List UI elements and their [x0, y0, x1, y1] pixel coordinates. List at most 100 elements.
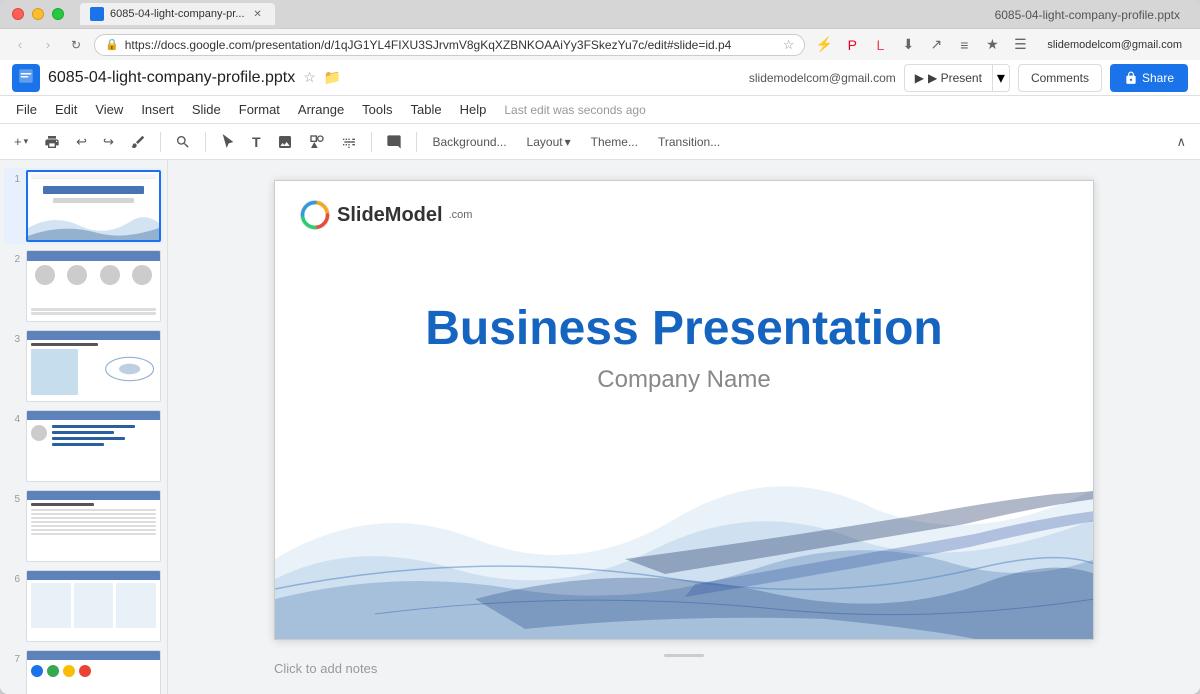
extensions-icon[interactable]: ⚡ [813, 34, 835, 56]
layout-button[interactable]: Layout▾ [519, 129, 579, 155]
browser-window: 6085-04-light-company-pr... ✕ 6085-04-li… [0, 0, 1200, 694]
slide-title-area: Business Presentation Company Name [275, 301, 1093, 394]
slide-main-title: Business Presentation [275, 301, 1093, 356]
zoom-select[interactable] [169, 129, 197, 155]
slide-thumb-2[interactable]: 2 [4, 248, 163, 324]
paint-button[interactable] [124, 129, 152, 155]
canvas-area: SlideModel .com Business Presentation Co… [168, 160, 1200, 694]
minimize-button[interactable] [32, 8, 44, 20]
close-button[interactable] [12, 8, 24, 20]
slide-preview-7 [26, 650, 161, 694]
layout-label: Layout [527, 135, 563, 149]
slide-thumb-4[interactable]: 4 [4, 408, 163, 484]
refresh-button[interactable]: ↻ [66, 35, 86, 55]
slide-thumb-3[interactable]: 3 [4, 328, 163, 404]
title-bar: 6085-04-light-company-pr... ✕ 6085-04-li… [0, 0, 1200, 28]
toolbar-separator-2 [205, 132, 206, 152]
slidemodel-logo-com: .com [449, 209, 473, 221]
undo-button[interactable]: ↩ [70, 129, 93, 155]
menu-format[interactable]: Format [231, 98, 288, 121]
background-button[interactable]: Background... [425, 129, 515, 155]
present-label: ▶ Present [928, 71, 982, 85]
bottom-handle [274, 650, 1094, 661]
insert-button[interactable]: + ▾ [8, 129, 34, 155]
header-right: slidemodelcom@gmail.com ▶ ▶ Present ▾ Co… [749, 64, 1188, 92]
menu-file[interactable]: File [8, 98, 45, 121]
layers-icon[interactable]: ≡ [953, 34, 975, 56]
layout-arrow: ▾ [565, 135, 571, 149]
tab-close-button[interactable]: ✕ [251, 7, 265, 21]
comment-tool[interactable] [380, 129, 408, 155]
menu-table[interactable]: Table [403, 98, 450, 121]
user-account: slidemodelcom@gmail.com [749, 71, 896, 85]
toolbar-separator-1 [160, 132, 161, 152]
pinterest-icon[interactable]: P [841, 34, 863, 56]
present-button-group: ▶ ▶ Present ▾ [904, 64, 1010, 92]
browser-toolbar-icons: ⚡ P L ⬇ ↗ ≡ ★ ☰ [813, 34, 1031, 56]
menu-insert[interactable]: Insert [133, 98, 182, 121]
slides-logo-icon [17, 67, 35, 88]
menu-view[interactable]: View [87, 98, 131, 121]
slide-thumb-1[interactable]: 1 [4, 168, 163, 244]
slide-preview-3 [26, 330, 161, 402]
main-area: 1 [0, 160, 1200, 694]
text-tool[interactable]: T [246, 129, 267, 155]
collapse-panel-button[interactable]: ∧ [1170, 129, 1192, 155]
slide-num-5: 5 [6, 490, 20, 505]
slide-panel: 1 [0, 160, 168, 694]
slidemodel-logo-text: SlideModel [337, 204, 443, 227]
present-icon: ▶ [915, 71, 924, 85]
menu-icon[interactable]: ☰ [1009, 34, 1031, 56]
present-button[interactable]: ▶ ▶ Present [904, 64, 993, 92]
share-button[interactable]: Share [1110, 64, 1188, 92]
maximize-button[interactable] [52, 8, 64, 20]
back-button[interactable]: ‹ [10, 35, 30, 55]
slidemodel-logo-icon [299, 199, 331, 231]
slide-wave-decoration [275, 419, 1094, 639]
tab-favicon [90, 7, 104, 21]
folder-icon[interactable]: 📁 [324, 69, 341, 86]
slide-thumb-6[interactable]: 6 [4, 568, 163, 644]
app-header: 6085-04-light-company-profile.pptx ☆ 📁 s… [0, 60, 1200, 96]
pocket-icon[interactable]: L [869, 34, 891, 56]
slide-num-7: 7 [6, 650, 20, 665]
transition-button[interactable]: Transition... [650, 129, 728, 155]
cursor-tool[interactable] [214, 129, 242, 155]
print-button[interactable] [38, 129, 66, 155]
menu-tools[interactable]: Tools [354, 98, 400, 121]
menu-slide[interactable]: Slide [184, 98, 229, 121]
line-tool[interactable] [335, 129, 363, 155]
redo-button[interactable]: ↪ [97, 129, 120, 155]
forward-button[interactable]: › [38, 35, 58, 55]
menu-edit[interactable]: Edit [47, 98, 85, 121]
slide-logo: SlideModel .com [299, 199, 472, 231]
menu-bar: File Edit View Insert Slide Format Arran… [0, 96, 1200, 124]
slide-preview-2 [26, 250, 161, 322]
comments-button[interactable]: Comments [1018, 64, 1102, 92]
notes-placeholder: Click to add notes [274, 661, 377, 676]
favorite-icon[interactable]: ☆ [303, 69, 316, 86]
menu-help[interactable]: Help [452, 98, 495, 121]
notes-area[interactable]: Click to add notes [274, 640, 1094, 686]
download-icon[interactable]: ⬇ [897, 34, 919, 56]
theme-button[interactable]: Theme... [583, 129, 646, 155]
present-dropdown[interactable]: ▾ [993, 64, 1010, 92]
bookmark-star-icon[interactable]: ★ [981, 34, 1003, 56]
slide-thumb-7[interactable]: 7 [4, 648, 163, 694]
slide-preview-1 [26, 170, 161, 242]
menu-arrange[interactable]: Arrange [290, 98, 352, 121]
tab-title: 6085-04-light-company-pr... [110, 8, 245, 20]
image-tool[interactable] [271, 129, 299, 155]
browser-tab[interactable]: 6085-04-light-company-pr... ✕ [80, 3, 275, 25]
slide-preview-6 [26, 570, 161, 642]
handle-line [664, 654, 704, 657]
slide-thumb-5[interactable]: 5 [4, 488, 163, 564]
shapes-tool[interactable] [303, 129, 331, 155]
url-bar[interactable]: 🔒 https://docs.google.com/presentation/d… [94, 34, 805, 56]
refresh-icon2[interactable]: ↗ [925, 34, 947, 56]
toolbar-separator-4 [416, 132, 417, 152]
slide-num-2: 2 [6, 250, 20, 265]
share-label: Share [1142, 71, 1174, 85]
slide-canvas[interactable]: SlideModel .com Business Presentation Co… [274, 180, 1094, 640]
bookmark-icon[interactable]: ☆ [783, 37, 795, 53]
